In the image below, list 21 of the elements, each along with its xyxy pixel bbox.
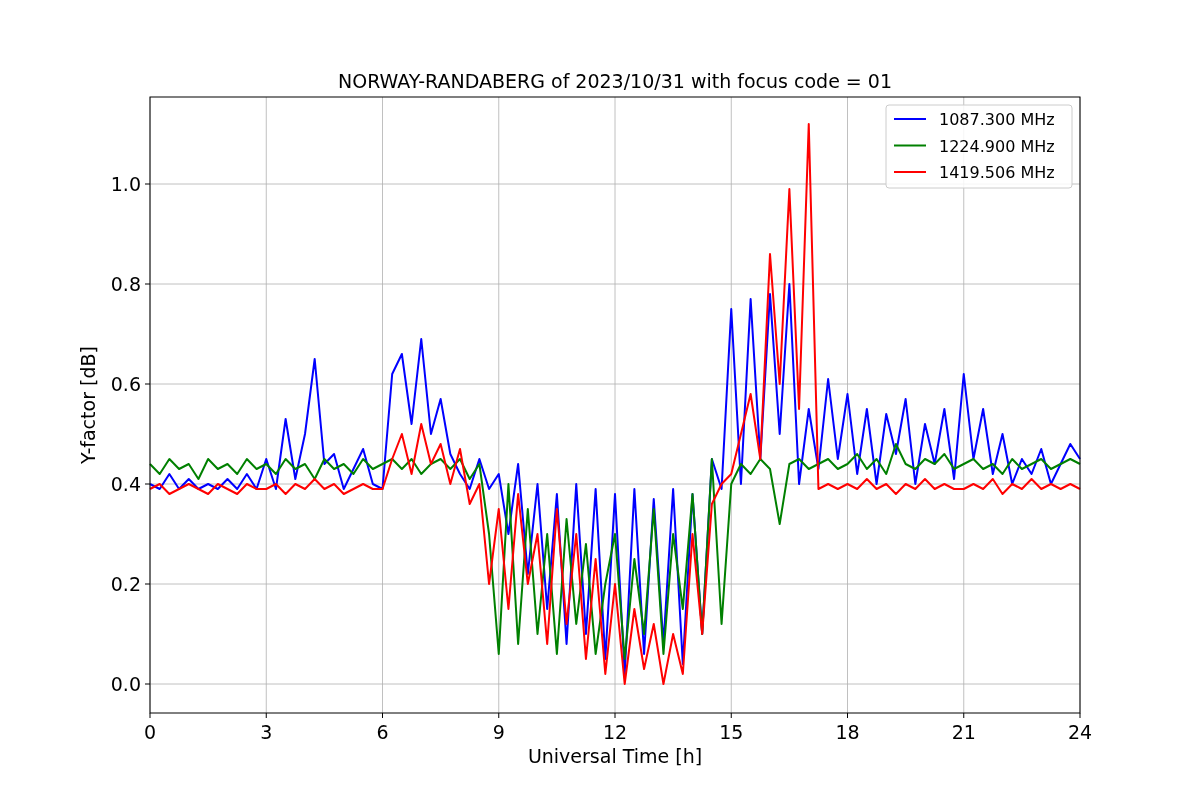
chart-title: NORWAY-RANDABERG of 2023/10/31 with focus code = 01 xyxy=(338,70,892,92)
y-axis-label: Y-factor [dB] xyxy=(77,346,99,464)
legend-label: 1224.900 MHz xyxy=(939,136,1055,156)
tick-label: 9 xyxy=(492,721,505,743)
tick-label: 12 xyxy=(602,721,628,743)
legend-label: 1087.300 MHz xyxy=(939,110,1055,129)
tick-label: 21 xyxy=(951,721,976,743)
tick-label: 3 xyxy=(260,721,273,743)
tick-label: 6 xyxy=(376,721,389,743)
tick-label: 15 xyxy=(719,721,744,743)
tick-label: 18 xyxy=(835,721,860,743)
tick-label: 0 xyxy=(143,721,157,743)
tick-label: 0.4 xyxy=(110,473,141,495)
tick-label: 0.0 xyxy=(110,673,141,695)
tick-label: 1.0 xyxy=(110,173,141,195)
tick-label: 0.6 xyxy=(110,373,141,395)
tick-label: 24 xyxy=(1067,721,1093,743)
legend-label: 1419.506 MHz xyxy=(939,163,1055,182)
tick-label: 0.8 xyxy=(110,273,141,295)
x-axis-label: Universal Time [h] xyxy=(527,745,703,767)
tick-label: 0.2 xyxy=(110,573,141,595)
